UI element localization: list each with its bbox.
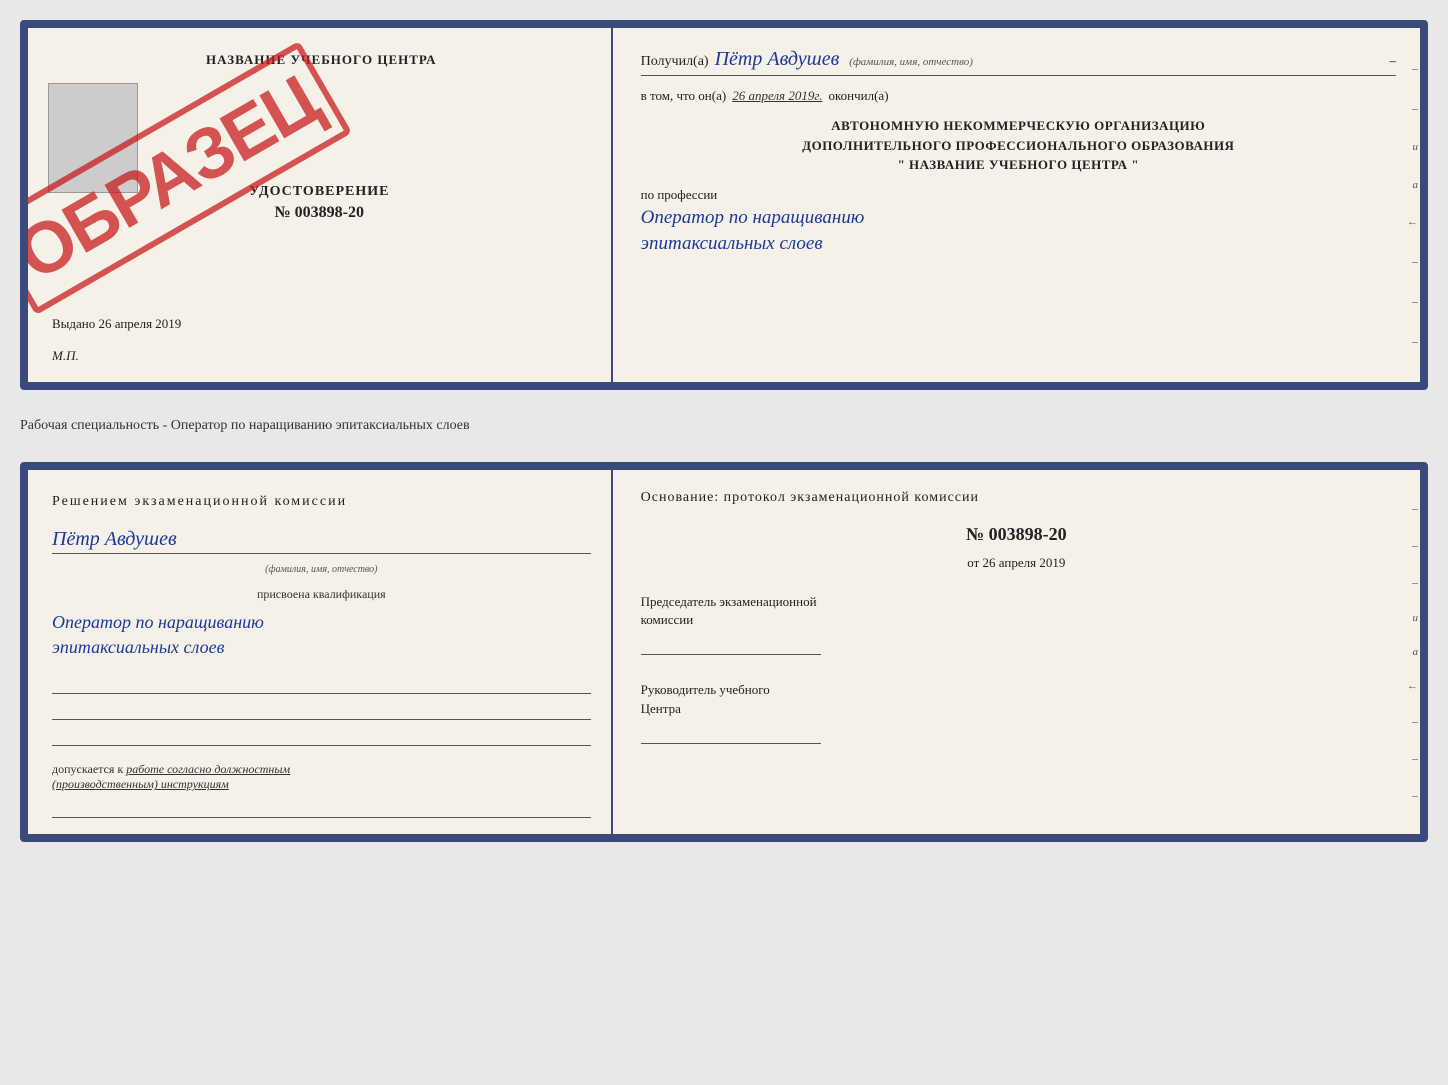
rukovoditel-sig-line [641, 724, 821, 744]
protocol-date: от 26 апреля 2019 [641, 555, 1392, 571]
protocol-date-value: 26 апреля 2019 [983, 555, 1066, 570]
bottom-certificate: Решением экзаменационной комиссии Пётр А… [20, 462, 1428, 842]
recipient-name-top: Пётр Авдушев [715, 48, 840, 71]
protocol-num: № 003898-20 [641, 524, 1392, 545]
predsedatel-block: Председатель экзаменационной комиссии [641, 593, 1392, 655]
ot-label: от [967, 555, 979, 570]
bottom-cert-right: Основание: протокол экзаменационной коми… [613, 470, 1420, 834]
udostoverenie-title: УДОСТОВЕРЕНИЕ [249, 184, 389, 200]
udostoverenie-block: УДОСТОВЕРЕНИЕ № 003898-20 [249, 184, 389, 222]
mp-line: М.П. [52, 348, 79, 364]
top-cert-right: Получил(а) Пётр Авдушев (фамилия, имя, о… [613, 28, 1420, 382]
middle-text: Рабочая специальность - Оператор по нара… [20, 408, 1428, 444]
vtom-label: в том, что он(а) [641, 88, 727, 104]
dopuskaetsya-block: допускается к работе согласно должностны… [52, 762, 591, 792]
dash1: – [1389, 53, 1396, 69]
predsedatel-label: Председатель экзаменационной комиссии [641, 593, 1392, 629]
vydano-line: Выдано 26 апреля 2019 [52, 316, 181, 332]
osnovanie-title: Основание: протокол экзаменационной коми… [641, 490, 1392, 506]
rukovoditel-label: Руководитель учебного Центра [641, 681, 1392, 717]
sig-line-4 [52, 800, 591, 818]
side-dashes-bottom: – – – и а ← – – – [1402, 470, 1420, 834]
org-block: АВТОНОМНУЮ НЕКОММЕРЧЕСКУЮ ОРГАНИЗАЦИЮ ДО… [641, 116, 1396, 175]
poluchil-block: Получил(а) Пётр Авдушев (фамилия, имя, о… [641, 48, 1396, 76]
bottom-cert-left: Решением экзаменационной комиссии Пётр А… [28, 470, 613, 834]
qualification-text: Оператор по наращиванию эпитаксиальных с… [52, 610, 591, 660]
photo-placeholder [48, 83, 138, 193]
okonchil-label: окончил(а) [829, 88, 889, 104]
page-container: НАЗВАНИЕ УЧЕБНОГО ЦЕНТРА ОБРАЗЕЦ УДОСТОВ… [20, 20, 1428, 842]
fio-hint-top: (фамилия, имя, отчество) [849, 56, 973, 68]
sig-line-2 [52, 702, 591, 720]
sig-line-1 [52, 676, 591, 694]
resheniem-title: Решением экзаменационной комиссии [52, 494, 591, 510]
po-professii-label: по профессии [641, 187, 1396, 203]
profession-block-top: по профессии Оператор по наращиванию эпи… [641, 187, 1396, 258]
top-cert-left: НАЗВАНИЕ УЧЕБНОГО ЦЕНТРА ОБРАЗЕЦ УДОСТОВ… [28, 28, 613, 382]
bottom-recipient-name: Пётр Авдушев [52, 528, 177, 550]
org-line2: ДОПОЛНИТЕЛЬНОГО ПРОФЕССИОНАЛЬНОГО ОБРАЗО… [641, 136, 1396, 156]
bottom-name-block: Пётр Авдушев [52, 528, 591, 554]
dopuskaetsya-label: допускается к [52, 762, 123, 776]
org-name: " НАЗВАНИЕ УЧЕБНОГО ЦЕНТРА " [641, 155, 1396, 175]
sig-line-3 [52, 728, 591, 746]
top-certificate: НАЗВАНИЕ УЧЕБНОГО ЦЕНТРА ОБРАЗЕЦ УДОСТОВ… [20, 20, 1428, 390]
prisvoena-label: присвоена квалификация [52, 587, 591, 602]
side-dashes-top: – – и а ← – – – [1402, 28, 1420, 382]
bottom-fio-hint: (фамилия, имя, отчество) [52, 564, 591, 575]
vtom-date: 26 апреля 2019г. [732, 88, 822, 104]
vtom-line: в том, что он(а) 26 апреля 2019г. окончи… [641, 88, 1396, 104]
rukovoditel-block: Руководитель учебного Центра [641, 681, 1392, 743]
org-line1: АВТОНОМНУЮ НЕКОММЕРЧЕСКУЮ ОРГАНИЗАЦИЮ [641, 116, 1396, 136]
predsedatel-sig-line [641, 635, 821, 655]
top-cert-left-title: НАЗВАНИЕ УЧЕБНОГО ЦЕНТРА [52, 52, 591, 68]
profession-top: Оператор по наращиванию эпитаксиальных с… [641, 205, 1396, 258]
udostoverenie-num: № 003898-20 [249, 204, 389, 222]
vydano-date: 26 апреля 2019 [99, 316, 182, 331]
vydano-label: Выдано [52, 316, 95, 331]
poluchil-label: Получил(а) [641, 54, 709, 70]
